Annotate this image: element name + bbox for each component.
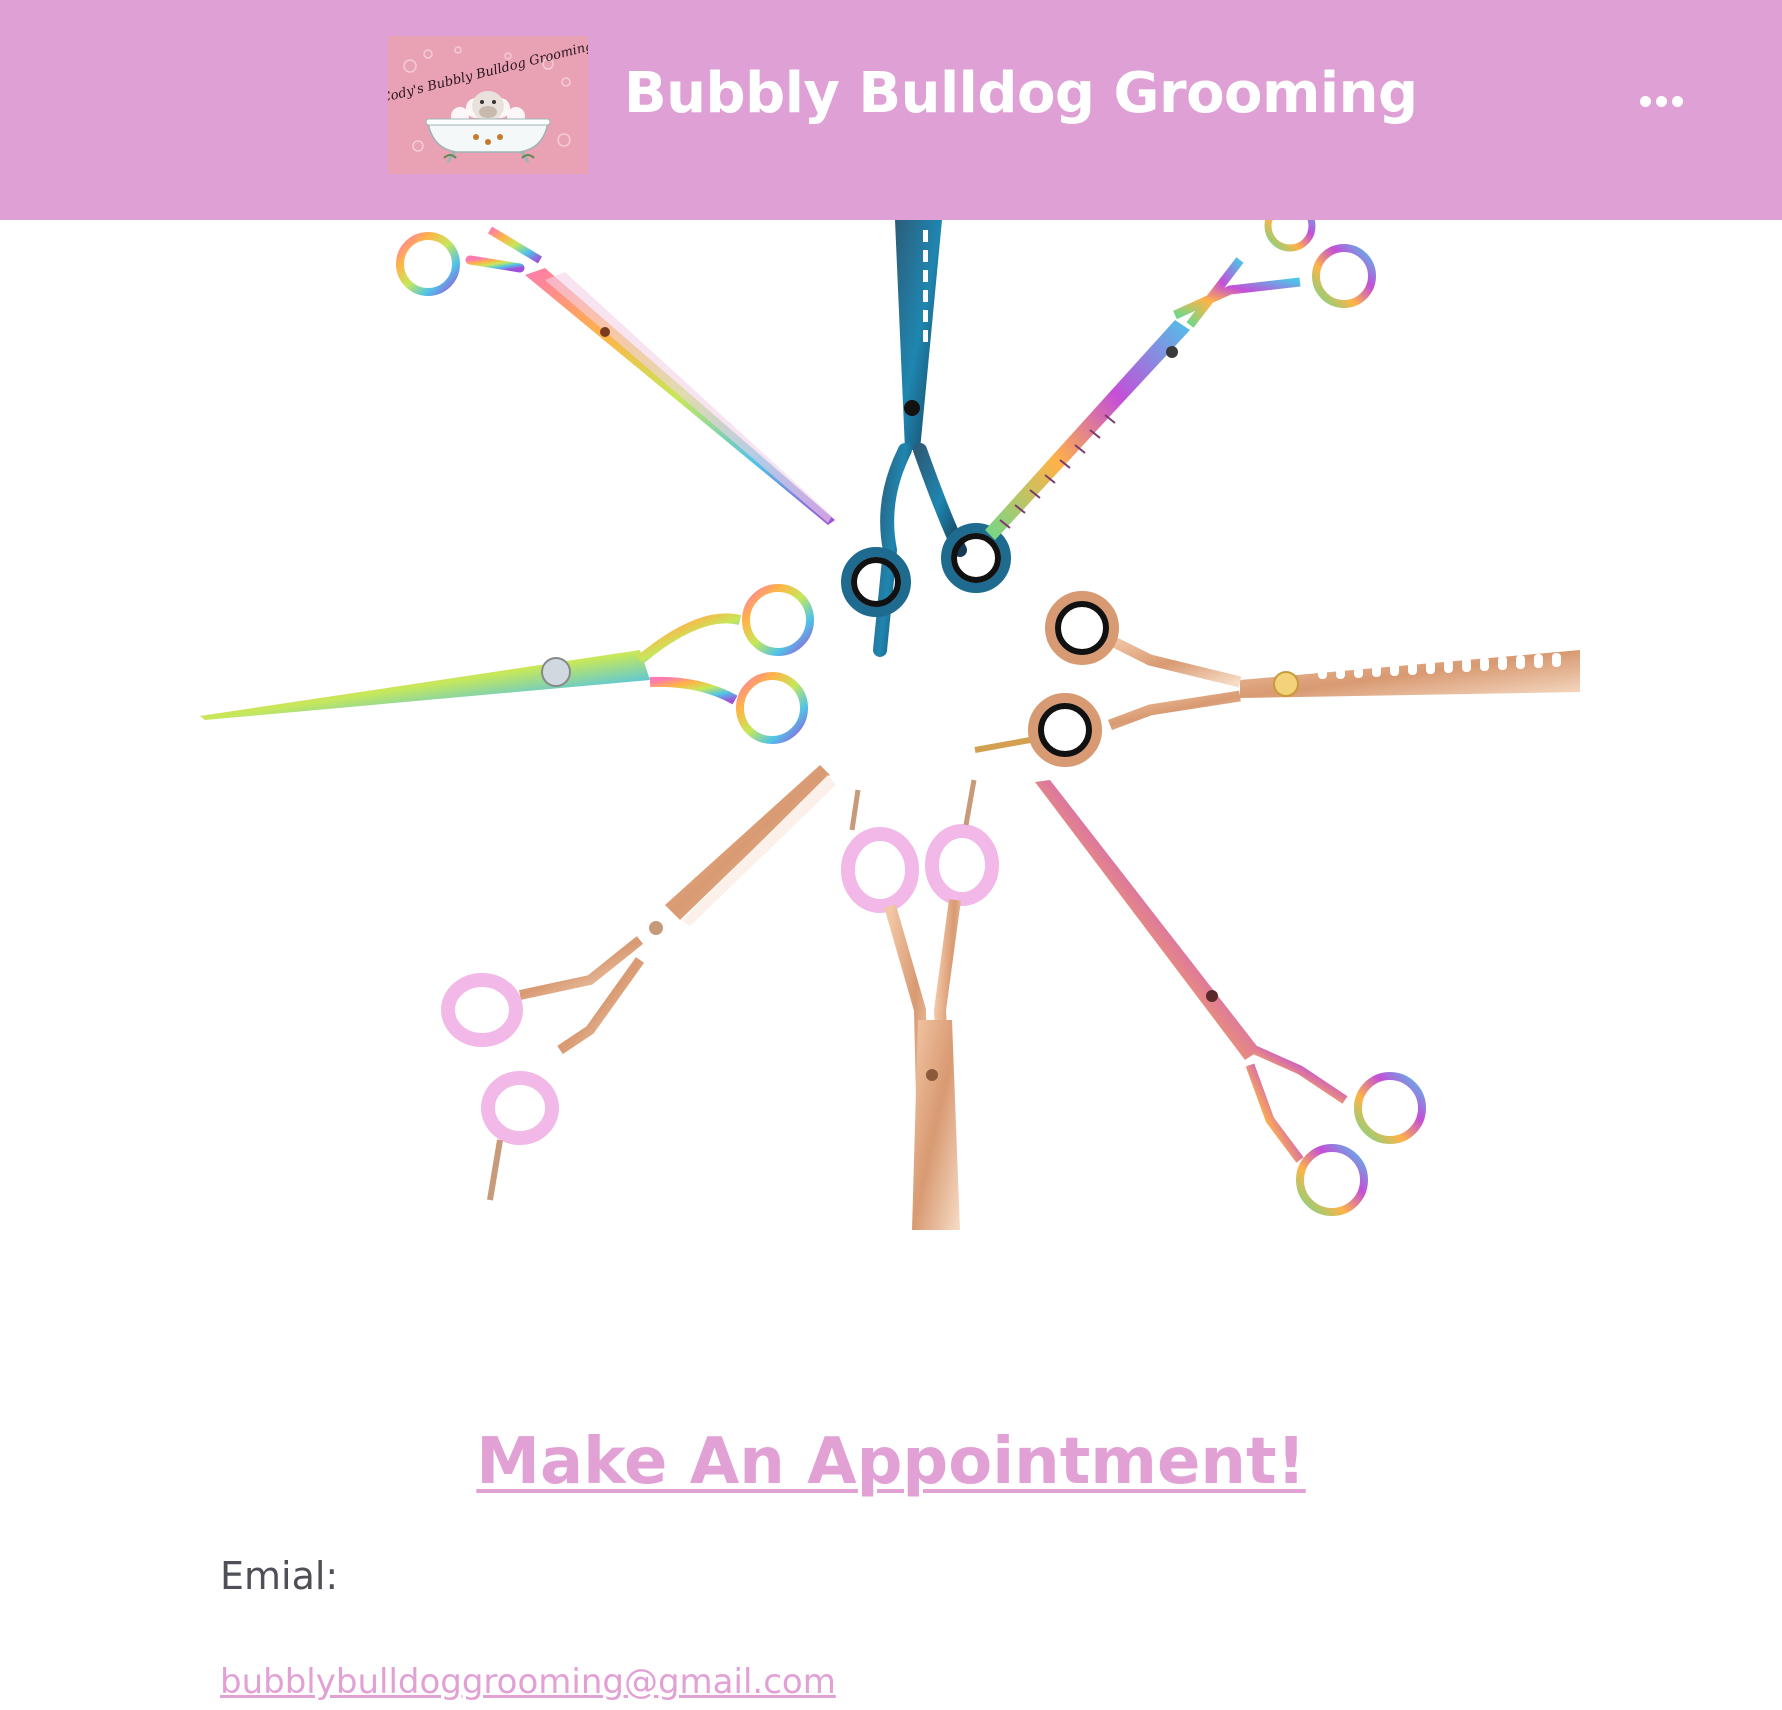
email-link[interactable]: bubblybulldoggrooming@gmail.com: [220, 1658, 836, 1706]
scissors-bottom-center: [841, 779, 999, 1230]
more-menu-button[interactable]: [1630, 84, 1694, 120]
more-horizontal-icon-dot: [1640, 96, 1651, 107]
scissors-middle-right: [974, 591, 1580, 767]
email-label: Emial:: [220, 1554, 339, 1598]
scissors-illustration: [200, 220, 1580, 1230]
scissors-bottom-left: [441, 765, 836, 1201]
more-horizontal-icon-dot: [1656, 96, 1667, 107]
scissors-top-left: [396, 226, 835, 525]
scissors-top-center: [841, 220, 1011, 657]
site-logo[interactable]: Cody's Bubbly Bulldog Grooming: [388, 36, 588, 174]
page: Cody's Bubbly Bulldog Grooming Bubbly Bu…: [0, 0, 1782, 1710]
hero-image: [0, 220, 1782, 1230]
make-appointment-link[interactable]: Make An Appointment!: [0, 1420, 1782, 1504]
site-header: Cody's Bubbly Bulldog Grooming Bubbly Bu…: [0, 0, 1782, 220]
logo-image: Cody's Bubbly Bulldog Grooming: [388, 36, 588, 174]
more-horizontal-icon-dot: [1672, 96, 1683, 107]
scissors-bottom-right: [1035, 780, 1426, 1216]
scissors-top-right: [985, 220, 1376, 540]
scissors-middle-left: [200, 584, 814, 744]
site-title[interactable]: Bubbly Bulldog Grooming: [624, 54, 1418, 134]
